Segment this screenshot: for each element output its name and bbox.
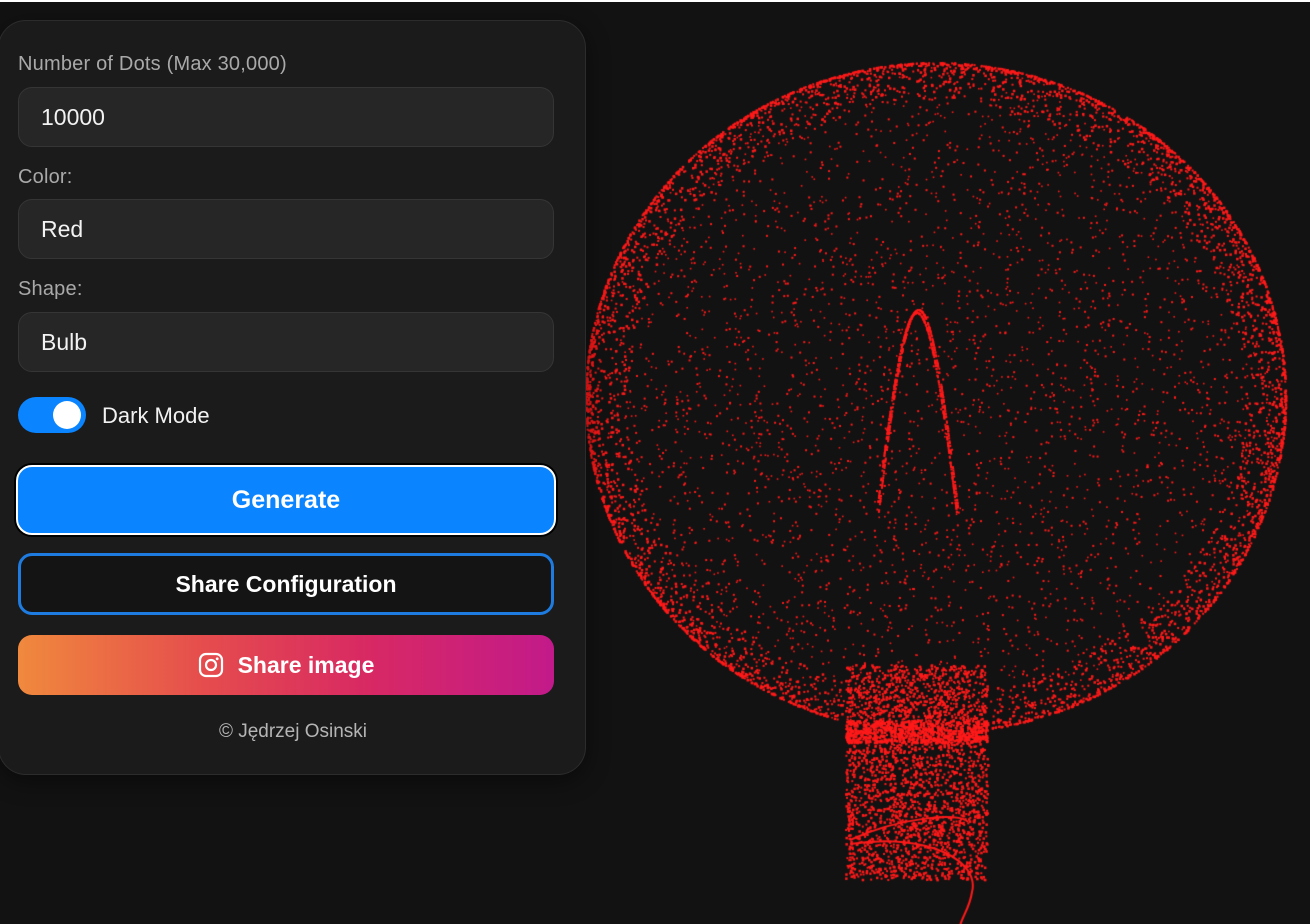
generate-button[interactable]: Generate [16, 465, 556, 535]
instagram-icon [198, 652, 224, 678]
copyright-text: © Jędrzej Osinski [218, 721, 368, 742]
color-label: Color: [18, 166, 73, 188]
color-select[interactable]: Red [18, 199, 554, 259]
settings-panel: Number of Dots (Max 30,000) Color: Red S… [0, 20, 586, 775]
share-image-label: Share image [237, 651, 375, 678]
dark-mode-label: Dark Mode [102, 403, 210, 428]
dark-mode-toggle[interactable] [18, 397, 86, 433]
dots-count-input[interactable] [18, 87, 554, 147]
dots-count-label: Number of Dots (Max 30,000) [18, 53, 287, 75]
shape-label: Shape: [18, 278, 83, 300]
shape-select[interactable]: Bulb [18, 312, 554, 372]
app-viewport: Number of Dots (Max 30,000) Color: Red S… [0, 0, 1310, 924]
share-image-button[interactable]: Share image [18, 635, 554, 695]
toggle-knob [53, 401, 81, 429]
share-configuration-button[interactable]: Share Configuration [18, 553, 554, 615]
